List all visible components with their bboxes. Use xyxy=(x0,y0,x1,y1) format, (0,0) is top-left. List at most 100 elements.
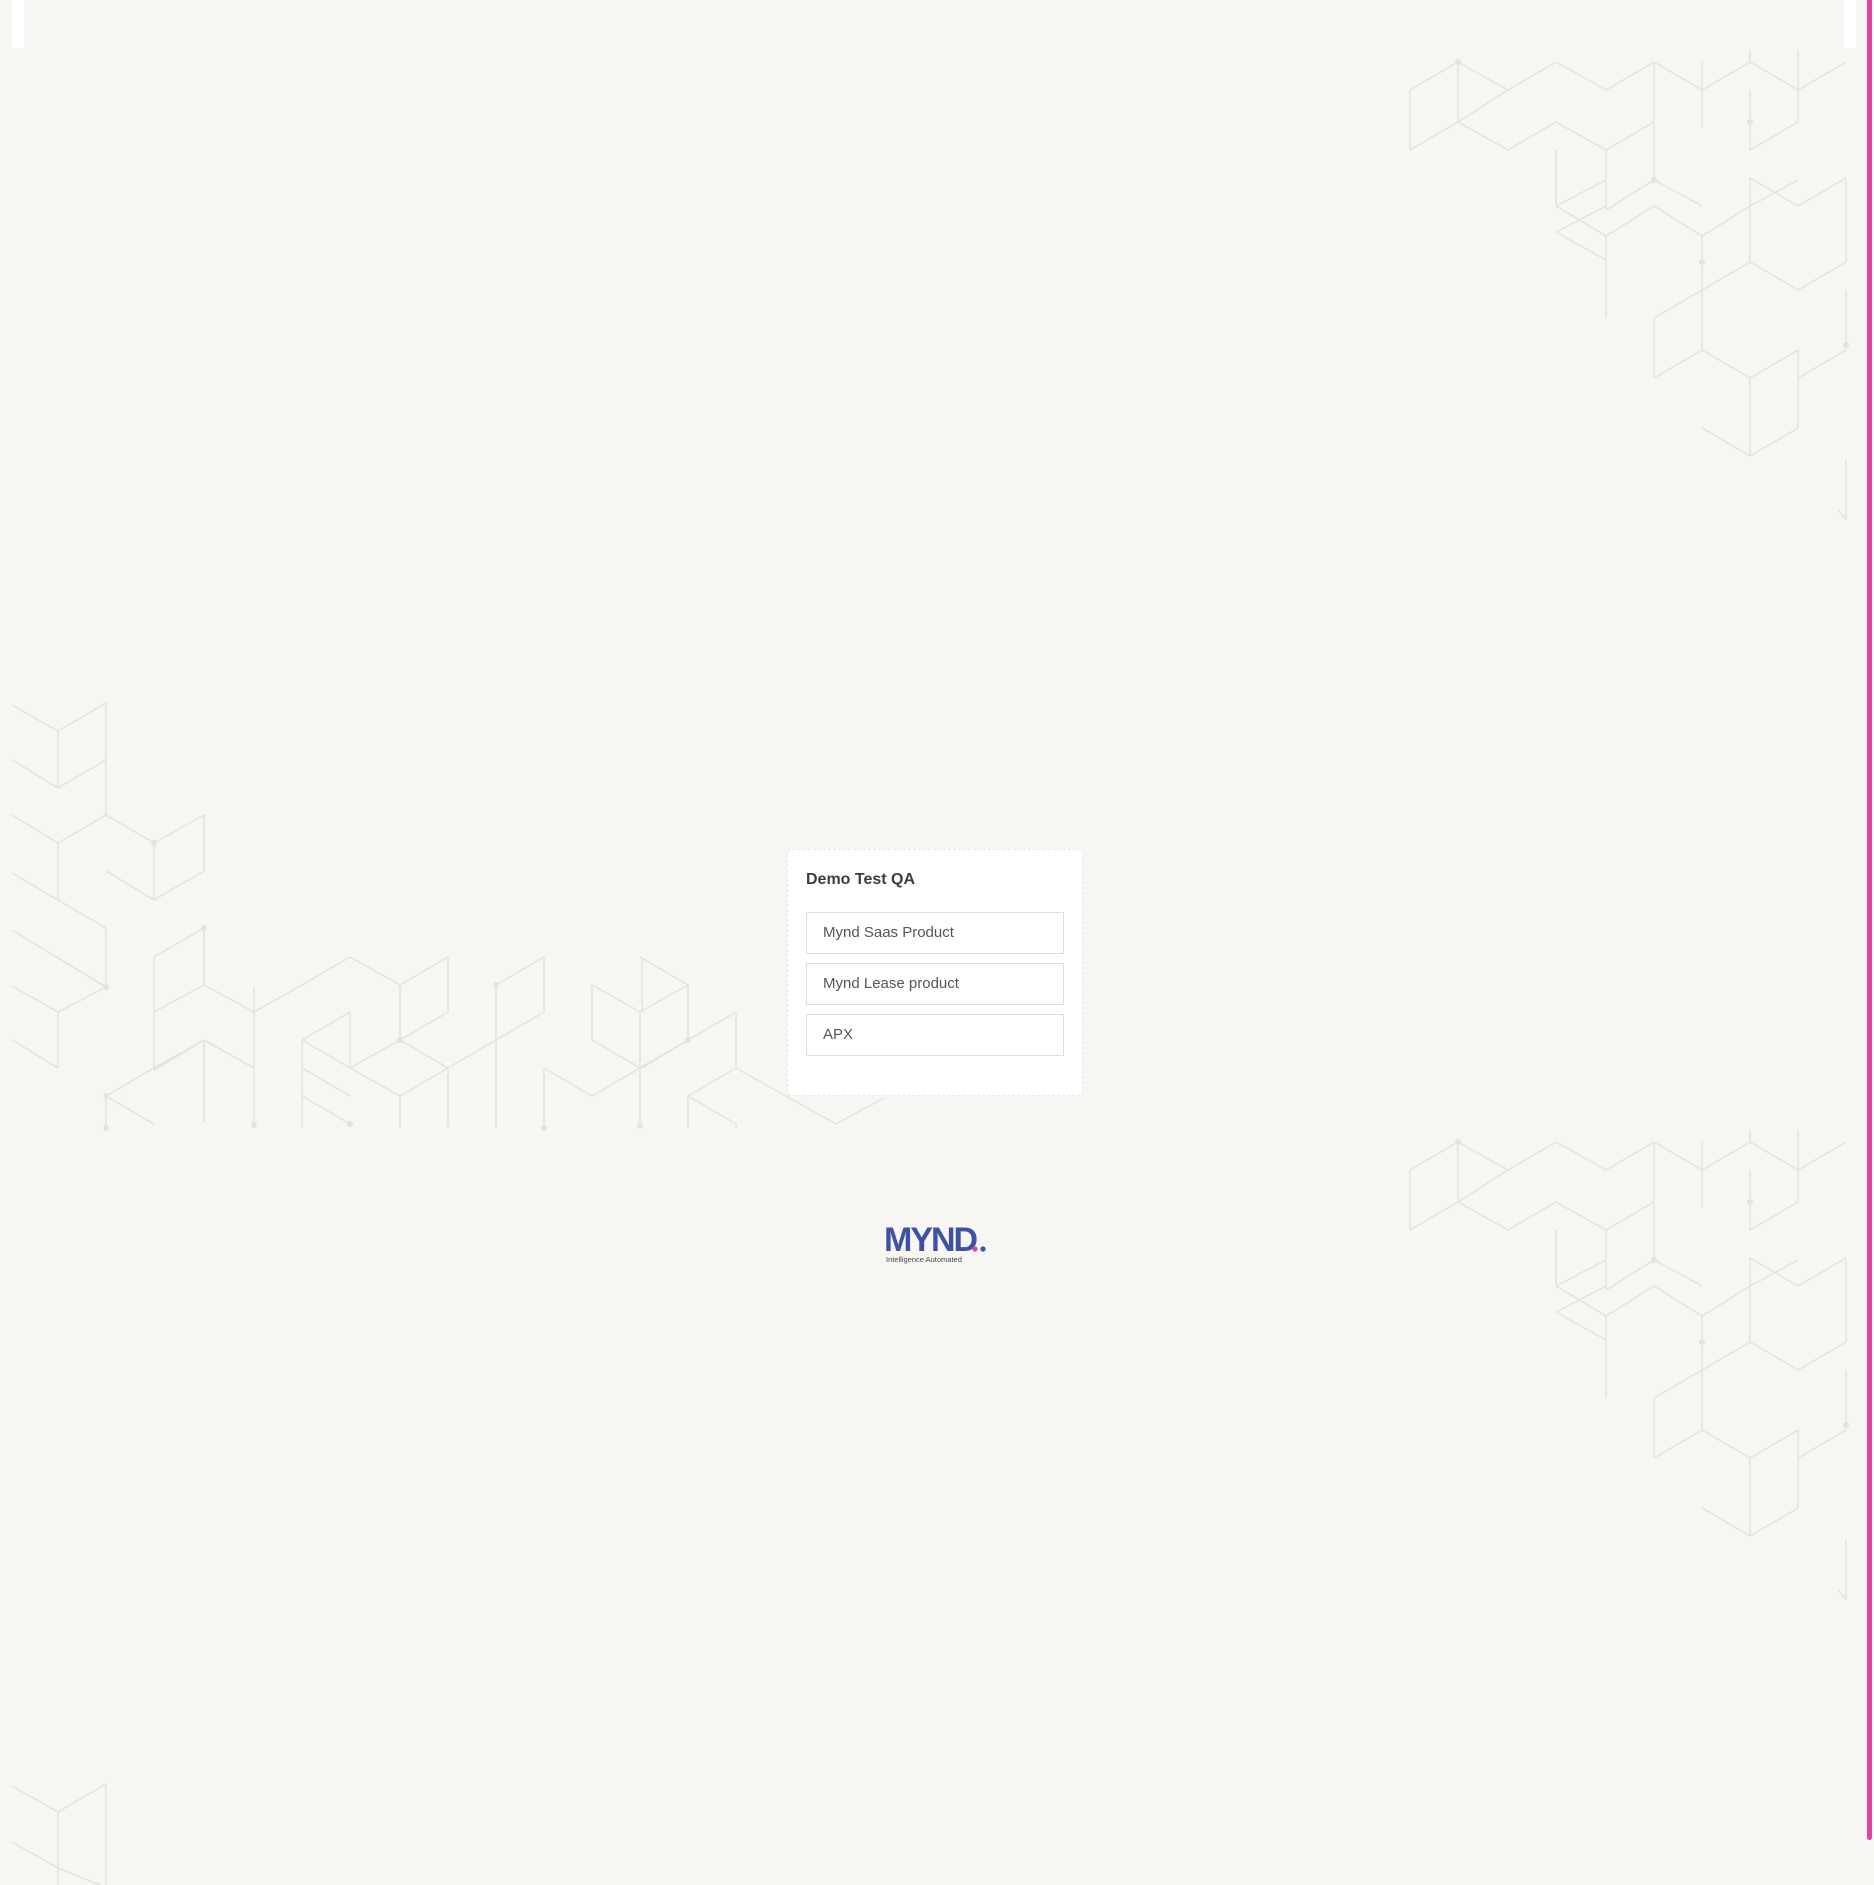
pattern-dot xyxy=(103,984,109,990)
pattern-line xyxy=(1555,1141,1607,1171)
logo-dot-blue xyxy=(980,1246,986,1252)
pattern-line xyxy=(1653,1141,1703,1171)
pattern-dot xyxy=(1747,119,1753,125)
pattern-dot xyxy=(201,925,207,931)
pattern-line xyxy=(253,984,303,1013)
pattern-dot xyxy=(1843,342,1849,348)
pattern-line xyxy=(1797,261,1847,291)
pattern-line xyxy=(543,1067,593,1097)
pattern-line xyxy=(203,1039,255,1069)
pattern-line xyxy=(687,1011,737,1041)
product-item-mynd-saas[interactable]: Mynd Saas Product xyxy=(806,912,1064,954)
pattern-line xyxy=(1653,179,1703,207)
pattern-line xyxy=(57,986,107,1013)
pattern-dot xyxy=(1843,1422,1849,1428)
pattern-line xyxy=(1749,1507,1799,1537)
pattern-line xyxy=(1555,179,1607,207)
pattern-line xyxy=(1749,349,1799,379)
pattern-line xyxy=(1701,1341,1751,1371)
pattern-line xyxy=(301,956,351,986)
pattern-line xyxy=(639,1039,689,1069)
pattern-line xyxy=(11,814,59,844)
pattern-line xyxy=(1701,205,1751,237)
pattern-dot xyxy=(103,1093,109,1099)
pattern-line xyxy=(1797,1341,1847,1371)
pattern-line xyxy=(1457,1169,1509,1203)
pattern-line xyxy=(11,1841,59,1869)
pattern-line xyxy=(153,927,205,958)
pattern-line xyxy=(1605,1141,1655,1171)
top-right-edge xyxy=(1844,0,1856,48)
pattern-line xyxy=(1837,1589,1847,1601)
pattern-dot xyxy=(1699,1339,1705,1345)
pattern-line xyxy=(57,957,107,988)
pattern-line xyxy=(1701,1507,1751,1537)
pattern-line xyxy=(57,702,107,732)
pattern-line xyxy=(1555,1285,1607,1313)
pattern-line xyxy=(1797,1429,1847,1459)
pattern-dot xyxy=(685,1037,691,1043)
pattern-line xyxy=(1749,1201,1799,1231)
pattern-line xyxy=(495,956,545,986)
pattern-line xyxy=(641,1039,689,1069)
pattern-line xyxy=(1555,1259,1607,1287)
pattern-line xyxy=(1605,1201,1655,1231)
pattern-line xyxy=(1749,1141,1799,1171)
pattern-line xyxy=(11,929,59,959)
pattern-line xyxy=(1507,121,1557,151)
pattern-line xyxy=(1701,427,1751,457)
product-item-mynd-lease[interactable]: Mynd Lease product xyxy=(806,963,1064,1005)
logo-tagline: Intelligence Automated xyxy=(886,1255,962,1264)
pattern-line xyxy=(1653,349,1703,379)
pattern-line xyxy=(1701,1285,1751,1317)
pattern-line xyxy=(153,984,205,1013)
pattern-line xyxy=(399,956,449,986)
pattern-dot xyxy=(637,1123,643,1129)
pattern-line xyxy=(591,1067,641,1097)
logo-wordmark: MYND xyxy=(884,1221,978,1259)
pattern-line xyxy=(687,1067,737,1097)
pattern-line xyxy=(349,1067,401,1097)
pattern-line xyxy=(153,814,205,844)
pattern-line xyxy=(1409,1141,1459,1171)
pattern-line xyxy=(1797,1141,1847,1171)
pattern-line xyxy=(687,1095,737,1125)
pattern-line xyxy=(301,1095,351,1125)
pattern-line xyxy=(1605,1285,1655,1317)
pattern-dot xyxy=(1651,1257,1657,1263)
pattern-line xyxy=(1749,427,1799,457)
pattern-dot xyxy=(151,840,157,846)
pattern-line xyxy=(203,1039,255,1069)
pattern-line xyxy=(11,759,59,789)
pattern-line xyxy=(1555,205,1607,233)
pattern-line xyxy=(57,1783,107,1813)
pattern-line xyxy=(57,759,107,789)
pattern-line xyxy=(591,1039,641,1069)
product-item-apx[interactable]: APX xyxy=(806,1014,1064,1056)
pattern-line xyxy=(639,984,689,1013)
pattern-line xyxy=(349,1039,401,1069)
pattern-line xyxy=(1555,121,1607,151)
pattern-line xyxy=(105,870,155,901)
product-item-label: Mynd Lease product xyxy=(823,975,959,992)
pattern-line xyxy=(1701,61,1751,91)
pattern-line xyxy=(1653,205,1703,237)
pattern-line xyxy=(1555,205,1607,237)
pattern-line xyxy=(349,956,401,986)
pattern-line xyxy=(11,1039,59,1069)
pattern-line xyxy=(1797,349,1847,379)
pattern-line xyxy=(1701,1429,1751,1459)
pattern-line xyxy=(1409,1201,1459,1231)
pattern-line xyxy=(1701,349,1751,379)
pattern-line xyxy=(1605,205,1655,237)
pattern-line xyxy=(1797,177,1847,207)
pattern-line xyxy=(1749,1257,1799,1287)
pattern-line xyxy=(301,1011,351,1041)
pattern-line xyxy=(1605,1259,1655,1291)
pattern-line xyxy=(835,1097,885,1125)
pattern-line xyxy=(1409,61,1459,91)
pattern-line xyxy=(1653,1429,1703,1459)
pattern-line xyxy=(1749,61,1799,91)
pattern-line xyxy=(447,1039,497,1069)
mynd-logo: MYND Intelligence Automated xyxy=(884,1221,986,1264)
